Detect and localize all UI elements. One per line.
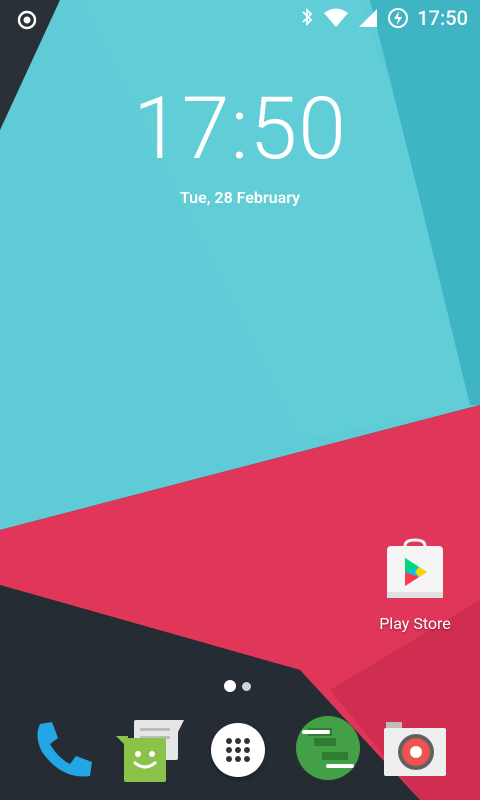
target-icon [16, 9, 38, 31]
play-store-label: Play Store [379, 614, 451, 633]
play-store-icon [383, 538, 447, 602]
all-apps-icon[interactable] [202, 714, 274, 786]
messenger-icon[interactable] [112, 714, 184, 786]
phone-icon[interactable] [26, 714, 98, 786]
date: Tue, 28 February [179, 188, 301, 207]
clock: 17:50 [133, 78, 347, 179]
page-indicator [224, 678, 258, 694]
status-icons: 17:50 [299, 6, 468, 30]
battery-charging-icon [387, 7, 409, 29]
hangouts-icon[interactable] [292, 714, 364, 786]
wifi-icon [323, 7, 349, 29]
page-dot [242, 681, 251, 691]
dock [0, 700, 480, 800]
page-dot-active [224, 680, 236, 692]
camera-icon[interactable] [378, 714, 450, 786]
signal-icon [357, 7, 379, 29]
status-time: 17:50 [417, 6, 468, 30]
status-bar: 17:50 [0, 0, 480, 36]
play-store-shortcut[interactable]: Play Store [370, 538, 460, 633]
bluetooth-icon [299, 7, 315, 29]
